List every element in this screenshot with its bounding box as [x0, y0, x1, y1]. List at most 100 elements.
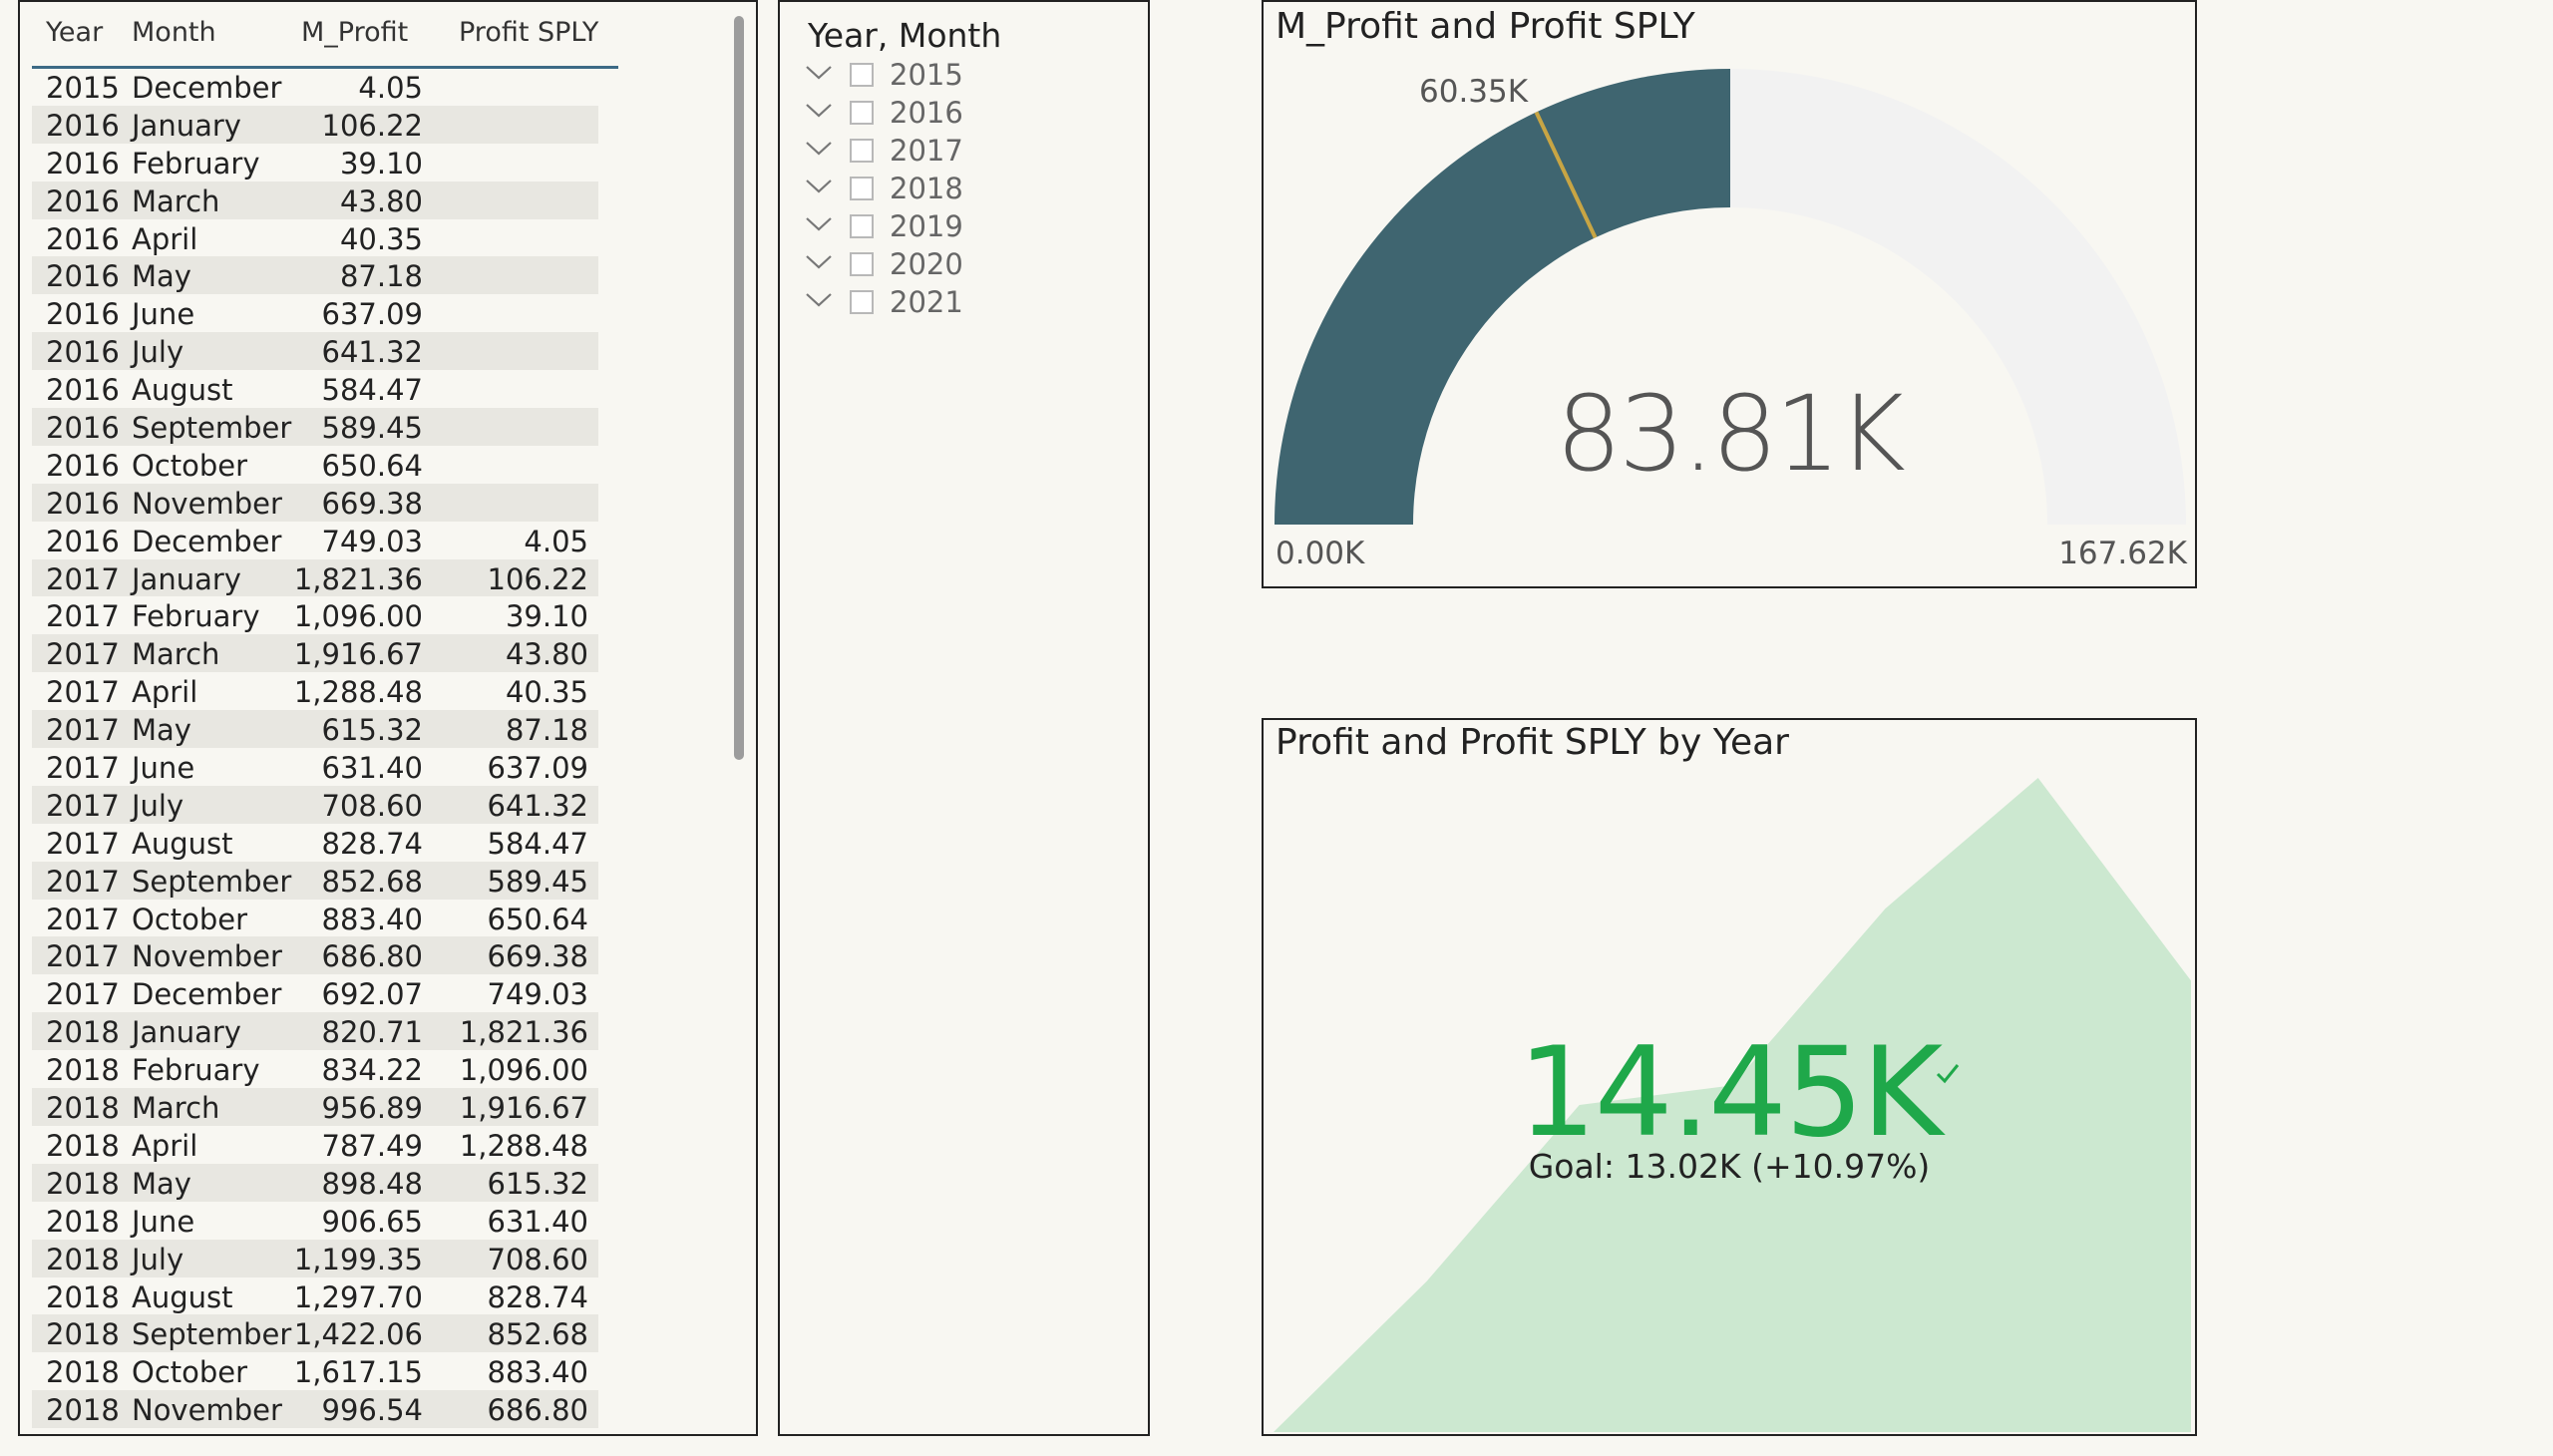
slicer-item-2015[interactable]: 2015 [804, 58, 1103, 92]
table-row[interactable]: 2016 January 106.22 [32, 105, 598, 144]
cell-m-profit: 828.74 [321, 826, 423, 861]
cell-m-profit: 106.22 [321, 108, 423, 143]
slicer-checkbox[interactable] [850, 139, 874, 163]
cell-month: February [132, 599, 260, 634]
chevron-down-icon[interactable] [804, 134, 834, 164]
table-row[interactable]: 2017 April 1,288.48 40.35 [32, 672, 598, 710]
cell-month: January [132, 108, 241, 143]
cell-year: 2018 [46, 1355, 120, 1390]
table-row[interactable]: 2018 November 996.54 686.80 [32, 1390, 598, 1429]
table-header: Year Month M_Profit Profit SPLY [32, 2, 618, 69]
table-row[interactable]: 2016 March 43.80 [32, 181, 598, 219]
table-row[interactable]: 2016 October 650.64 [32, 446, 598, 484]
table-row[interactable]: 2015 December 4.05 [32, 68, 598, 106]
cell-m-profit: 692.07 [321, 977, 423, 1012]
table-row[interactable]: 2017 May 615.32 87.18 [32, 710, 598, 749]
cell-m-profit: 1,297.70 [293, 1279, 423, 1314]
chevron-down-icon[interactable] [804, 247, 834, 277]
cell-year: 2016 [46, 335, 120, 370]
table-row[interactable]: 2016 June 637.09 [32, 294, 598, 332]
cell-year: 2018 [46, 1015, 120, 1050]
table-row[interactable]: 2016 September 589.45 [32, 408, 598, 446]
slicer-checkbox[interactable] [850, 214, 874, 238]
slicer-checkbox[interactable] [850, 177, 874, 200]
slicer-checkbox[interactable] [850, 101, 874, 125]
cell-profit-sply: 749.03 [487, 977, 588, 1012]
cell-year: 2016 [46, 373, 120, 408]
cell-m-profit: 669.38 [321, 486, 423, 521]
slicer-checkbox[interactable] [850, 290, 874, 314]
cell-m-profit: 996.54 [321, 1393, 423, 1428]
chevron-down-icon[interactable] [804, 172, 834, 201]
table-row[interactable]: 2017 February 1,096.00 39.10 [32, 596, 598, 634]
cell-month: June [132, 751, 195, 786]
table-row[interactable]: 2018 June 906.65 631.40 [32, 1202, 598, 1240]
table-row[interactable]: 2016 May 87.18 [32, 256, 598, 295]
table-scrollbar-thumb[interactable] [734, 16, 744, 760]
cell-month: November [132, 486, 282, 521]
cell-profit-sply: 669.38 [487, 939, 588, 974]
slicer-item-2020[interactable]: 2020 [804, 247, 1103, 281]
slicer-item-2016[interactable]: 2016 [804, 96, 1103, 130]
table-row[interactable]: 2017 March 1,916.67 43.80 [32, 634, 598, 673]
gauge-value: 83.81K [1556, 373, 1906, 495]
cell-m-profit: 906.65 [321, 1204, 423, 1239]
cell-year: 2017 [46, 864, 120, 899]
table-row[interactable]: 2018 January 820.71 1,821.36 [32, 1012, 598, 1051]
slicer-item-2017[interactable]: 2017 [804, 134, 1103, 168]
table-row[interactable]: 2018 April 787.49 1,288.48 [32, 1126, 598, 1164]
cell-month: May [132, 713, 191, 748]
cell-month: August [132, 373, 233, 408]
table-row[interactable]: 2016 April 40.35 [32, 219, 598, 257]
chevron-down-icon[interactable] [804, 96, 834, 126]
slicer-item-label: 2019 [890, 209, 963, 243]
table-row[interactable]: 2018 October 1,617.15 883.40 [32, 1352, 598, 1390]
slicer-item-label: 2020 [890, 247, 963, 281]
table-row[interactable]: 2018 March 956.89 1,916.67 [32, 1088, 598, 1126]
cell-m-profit: 1,617.15 [293, 1355, 423, 1390]
check-icon [1936, 1064, 1960, 1084]
table-row[interactable]: 2016 February 39.10 [32, 144, 598, 182]
table-row[interactable]: 2017 November 686.80 669.38 [32, 936, 598, 975]
table-row[interactable]: 2018 September 1,422.06 852.68 [32, 1314, 598, 1353]
table-row[interactable]: 2018 August 1,297.70 828.74 [32, 1277, 598, 1315]
table-row[interactable]: 2017 December 692.07 749.03 [32, 974, 598, 1012]
table-row[interactable]: 2017 July 708.60 641.32 [32, 785, 598, 824]
table-row[interactable]: 2016 July 641.32 [32, 332, 598, 371]
table-row[interactable]: 2016 December 749.03 4.05 [32, 522, 598, 559]
cell-month: September [132, 864, 292, 899]
table-row[interactable]: 2018 February 834.22 1,096.00 [32, 1050, 598, 1088]
cell-m-profit: 4.05 [358, 71, 423, 105]
slicer-item-2018[interactable]: 2018 [804, 172, 1103, 205]
cell-month: June [132, 1204, 195, 1239]
cell-month: July [132, 335, 184, 370]
slicer-item-2019[interactable]: 2019 [804, 209, 1103, 243]
cell-year: 2016 [46, 108, 120, 143]
column-header-year[interactable]: Year [46, 17, 103, 48]
slicer-item-2021[interactable]: 2021 [804, 285, 1103, 319]
table-row[interactable]: 2018 May 898.48 615.32 [32, 1163, 598, 1202]
cell-m-profit: 43.80 [339, 183, 423, 218]
slicer-checkbox[interactable] [850, 252, 874, 276]
table-row[interactable]: 2017 January 1,821.36 106.22 [32, 558, 598, 597]
cell-m-profit: 87.18 [339, 259, 423, 294]
table-row[interactable]: 2017 August 828.74 584.47 [32, 824, 598, 862]
slicer-checkbox[interactable] [850, 63, 874, 87]
table-row[interactable]: 2016 August 584.47 [32, 370, 598, 408]
cell-profit-sply: 615.32 [487, 1166, 588, 1201]
chevron-down-icon[interactable] [804, 209, 834, 239]
cell-m-profit: 39.10 [339, 146, 423, 181]
column-header-month[interactable]: Month [132, 17, 216, 48]
cell-m-profit: 686.80 [321, 939, 423, 974]
chevron-down-icon[interactable] [804, 58, 834, 88]
column-header-profit-sply[interactable]: Profit SPLY [459, 17, 598, 48]
table-row[interactable]: 2017 September 852.68 589.45 [32, 861, 598, 900]
chevron-down-icon[interactable] [804, 285, 834, 315]
table-row[interactable]: 2017 June 631.40 637.09 [32, 748, 598, 786]
table-row[interactable]: 2018 July 1,199.35 708.60 [32, 1239, 598, 1277]
slicer-item-label: 2015 [890, 58, 963, 92]
table-row[interactable]: 2017 October 883.40 650.64 [32, 900, 598, 937]
column-header-m-profit[interactable]: M_Profit [301, 17, 408, 48]
table-row[interactable]: 2016 November 669.38 [32, 483, 598, 522]
cell-m-profit: 637.09 [321, 297, 423, 332]
